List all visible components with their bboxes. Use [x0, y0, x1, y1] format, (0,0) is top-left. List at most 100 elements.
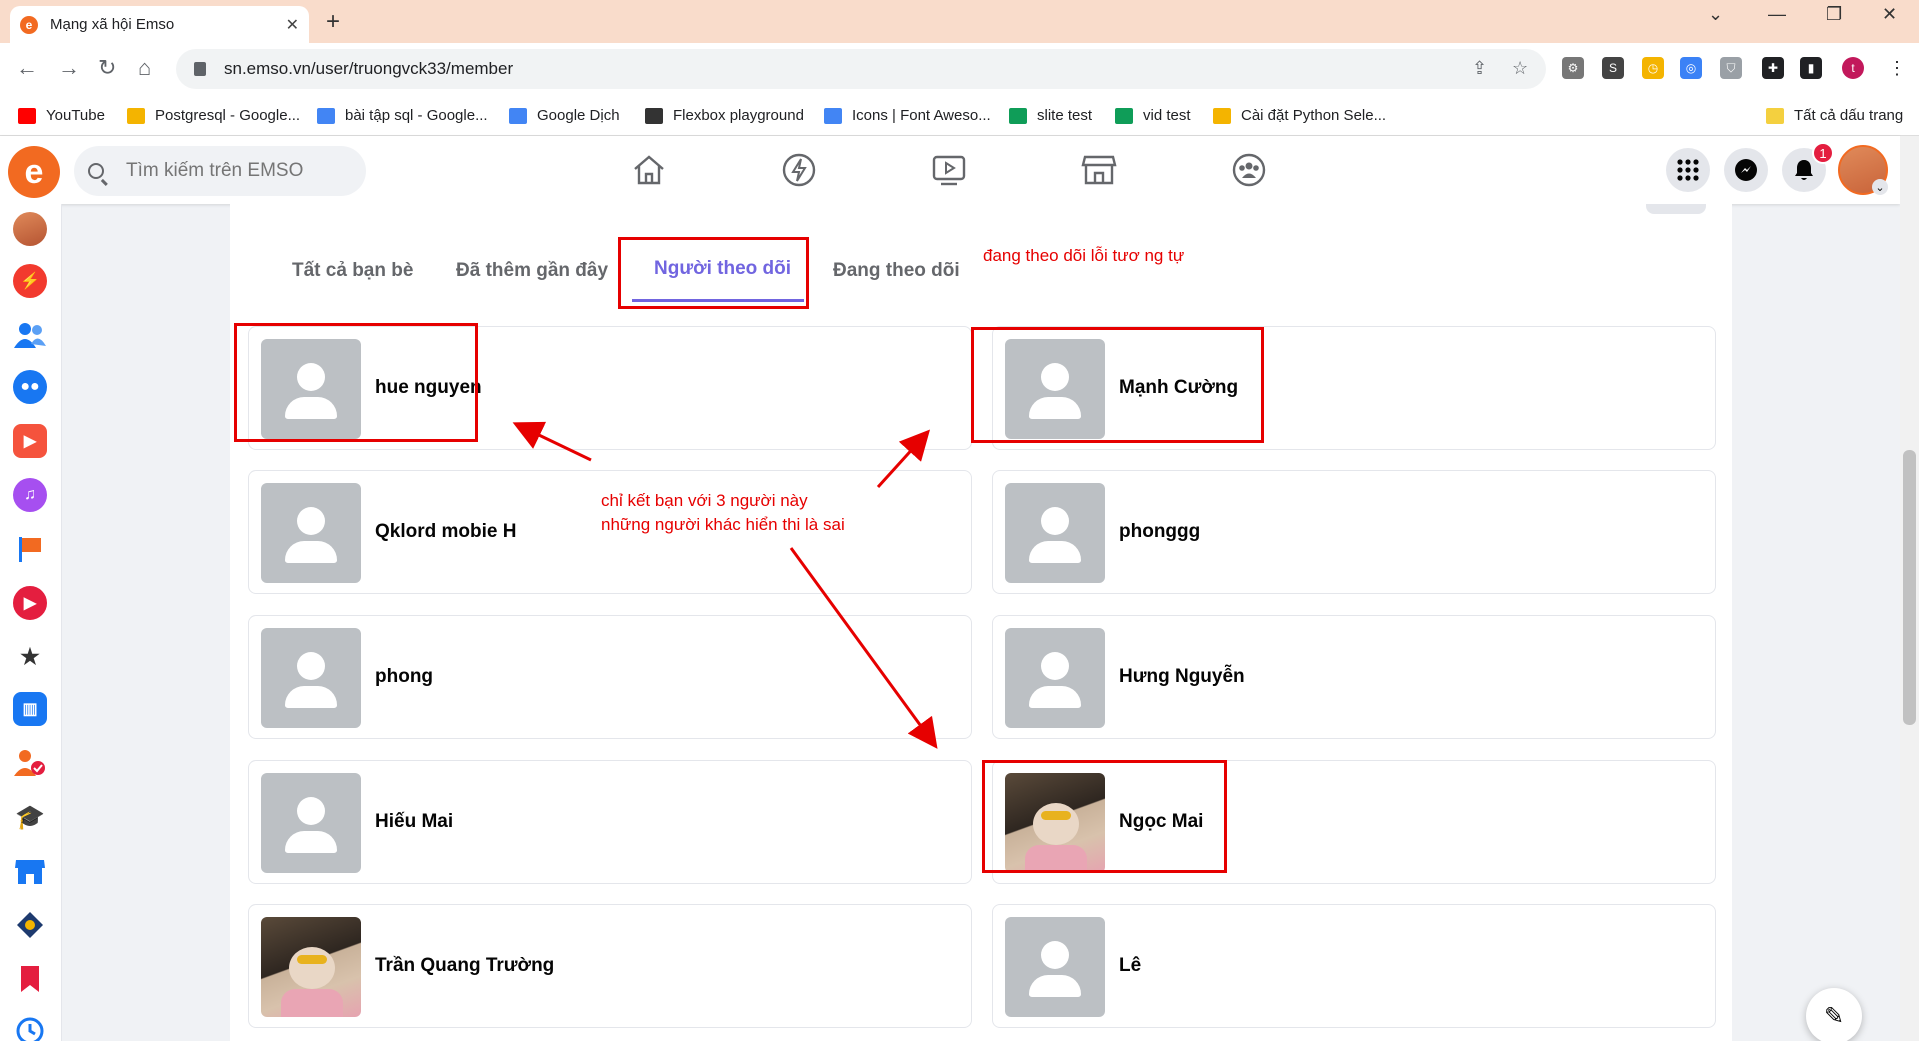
- new-tab-button[interactable]: +: [326, 8, 340, 36]
- member-name[interactable]: Hiếu Mai: [375, 811, 453, 833]
- extension-shield-icon[interactable]: ⛉: [1720, 57, 1742, 79]
- default-avatar-icon[interactable]: [261, 773, 361, 873]
- share-icon[interactable]: ⇪: [1472, 58, 1487, 79]
- browser-tab-strip: e Mạng xã hội Emso ✕ + ⌄ — ❐ ✕: [0, 0, 1919, 43]
- member-name[interactable]: Hưng Nguyễn: [1119, 666, 1245, 688]
- member-name[interactable]: phonggg: [1119, 521, 1200, 543]
- sidebar-store-icon[interactable]: [13, 854, 47, 888]
- page-scrollbar[interactable]: [1900, 136, 1919, 1041]
- bookmark-item[interactable]: YouTube: [18, 107, 105, 124]
- messenger-button[interactable]: [1724, 148, 1768, 192]
- home-icon[interactable]: ⌂: [138, 55, 151, 81]
- member-photo-avatar[interactable]: [261, 917, 361, 1017]
- watch-nav-icon[interactable]: [929, 150, 969, 190]
- bookmark-item[interactable]: vid test: [1115, 107, 1191, 124]
- search-input[interactable]: [126, 160, 346, 182]
- restore-button[interactable]: ❐: [1826, 4, 1842, 25]
- extension-gear-icon[interactable]: ⚙: [1562, 57, 1584, 79]
- address-bar[interactable]: sn.emso.vn/user/truongvck33/member: [176, 49, 1546, 89]
- scrollbar-thumb[interactable]: [1903, 450, 1916, 725]
- member-name[interactable]: Qklord mobie H: [375, 521, 516, 543]
- bookmark-favicon-icon: [1213, 107, 1231, 124]
- bookmark-favicon-icon: [1115, 107, 1133, 124]
- bookmark-item[interactable]: Google Dịch: [509, 107, 620, 124]
- all-bookmarks-folder[interactable]: Tất cả dấu trang: [1766, 107, 1903, 124]
- back-icon[interactable]: ←: [16, 55, 38, 81]
- side-panel-icon[interactable]: ▮: [1800, 57, 1822, 79]
- sidebar-friends-icon[interactable]: [13, 318, 47, 352]
- tab-all-friends[interactable]: Tất cả bạn bè: [292, 260, 413, 282]
- sidebar-watch-icon[interactable]: ▶: [13, 424, 47, 458]
- bookmark-item[interactable]: Icons | Font Aweso...: [824, 107, 991, 124]
- browser-tab[interactable]: e Mạng xã hội Emso ✕: [10, 6, 309, 43]
- notification-badge: 1: [1812, 142, 1834, 164]
- sidebar-groups-icon[interactable]: ●●: [13, 370, 47, 404]
- bookmark-label: bài tập sql - Google...: [345, 107, 488, 124]
- notifications-button[interactable]: 1: [1782, 142, 1834, 192]
- chevron-down-icon: ⌄: [1872, 179, 1888, 195]
- sidebar-pages-icon[interactable]: [13, 532, 47, 566]
- member-name[interactable]: phong: [375, 666, 433, 688]
- extension-compass-icon[interactable]: ◎: [1680, 57, 1702, 79]
- bookmark-item[interactable]: Flexbox playground: [645, 107, 804, 124]
- all-bookmarks-label: Tất cả dấu trang: [1794, 107, 1904, 124]
- compose-button[interactable]: ✎: [1806, 988, 1862, 1041]
- bookmark-item[interactable]: Cài đặt Python Sele...: [1213, 107, 1386, 124]
- member-card[interactable]: Hiếu Mai: [248, 760, 972, 884]
- sidebar-recruit-icon[interactable]: [13, 746, 47, 780]
- default-avatar-icon[interactable]: [1005, 628, 1105, 728]
- sidebar-events-icon[interactable]: ★: [13, 640, 47, 674]
- edit-icon: ✎: [1823, 1002, 1845, 1030]
- extension-clock-icon[interactable]: ◷: [1642, 57, 1664, 79]
- member-card[interactable]: phonggg: [992, 470, 1716, 594]
- default-avatar-icon[interactable]: [1005, 917, 1105, 1017]
- groups-nav-icon[interactable]: [1229, 150, 1269, 190]
- member-card[interactable]: phong: [248, 615, 972, 739]
- forward-icon[interactable]: →: [58, 55, 80, 81]
- member-card[interactable]: Hưng Nguyễn: [992, 615, 1716, 739]
- bookmark-item[interactable]: slite test: [1009, 107, 1092, 124]
- member-card[interactable]: Lê: [992, 904, 1716, 1028]
- app-header: e 1 ⌄: [0, 136, 1900, 204]
- minimize-button[interactable]: —: [1768, 4, 1786, 25]
- sidebar-moments-icon[interactable]: ⚡: [13, 264, 47, 298]
- sidebar-history-icon[interactable]: [13, 1014, 47, 1041]
- emso-favicon-icon: e: [20, 15, 38, 34]
- member-name[interactable]: Lê: [1119, 955, 1141, 977]
- tab-search-icon[interactable]: ⌄: [1708, 4, 1723, 25]
- grid-icon: [1677, 159, 1699, 181]
- tab-recently-added[interactable]: Đã thêm gần đây: [456, 260, 608, 282]
- bookmark-star-icon[interactable]: ☆: [1512, 58, 1528, 79]
- sidebar-music-icon[interactable]: ♫: [13, 478, 47, 512]
- sidebar-course-icon[interactable]: 🎓: [13, 800, 47, 834]
- member-card[interactable]: Trần Quang Trường: [248, 904, 972, 1028]
- sidebar-coin-icon[interactable]: [13, 908, 47, 942]
- tab-following[interactable]: Đang theo dõi: [833, 260, 960, 282]
- sidebar-saved-icon[interactable]: [13, 962, 47, 996]
- bookmark-item[interactable]: Postgresql - Google...: [127, 107, 300, 124]
- search-box[interactable]: [74, 146, 366, 196]
- apps-menu-button[interactable]: [1666, 148, 1710, 192]
- extensions-puzzle-icon[interactable]: ✚: [1762, 57, 1784, 79]
- browser-menu-icon[interactable]: ⋮: [1888, 58, 1906, 79]
- marketplace-nav-icon[interactable]: [1079, 150, 1119, 190]
- close-window-button[interactable]: ✕: [1882, 4, 1897, 25]
- bookmark-label: Cài đặt Python Sele...: [1241, 107, 1387, 124]
- home-nav-icon[interactable]: [629, 150, 669, 190]
- default-avatar-icon[interactable]: [261, 628, 361, 728]
- close-tab-icon[interactable]: ✕: [286, 15, 299, 35]
- member-name[interactable]: Trần Quang Trường: [375, 955, 554, 977]
- extension-selenium-icon[interactable]: S: [1602, 57, 1624, 79]
- profile-avatar[interactable]: t: [1842, 57, 1864, 79]
- emso-logo[interactable]: e: [8, 146, 60, 198]
- sidebar-live-icon[interactable]: ▶: [13, 586, 47, 620]
- sidebar-stats-icon[interactable]: ▥: [13, 692, 47, 726]
- reload-icon[interactable]: ↻: [98, 55, 116, 81]
- moments-nav-icon[interactable]: [779, 150, 819, 190]
- default-avatar-icon[interactable]: [261, 483, 361, 583]
- default-avatar-icon[interactable]: [1005, 483, 1105, 583]
- account-avatar[interactable]: ⌄: [1838, 145, 1888, 195]
- bookmark-item[interactable]: bài tập sql - Google...: [317, 107, 488, 124]
- sidebar-profile-avatar[interactable]: [13, 212, 47, 246]
- bookmark-label: Flexbox playground: [673, 107, 804, 124]
